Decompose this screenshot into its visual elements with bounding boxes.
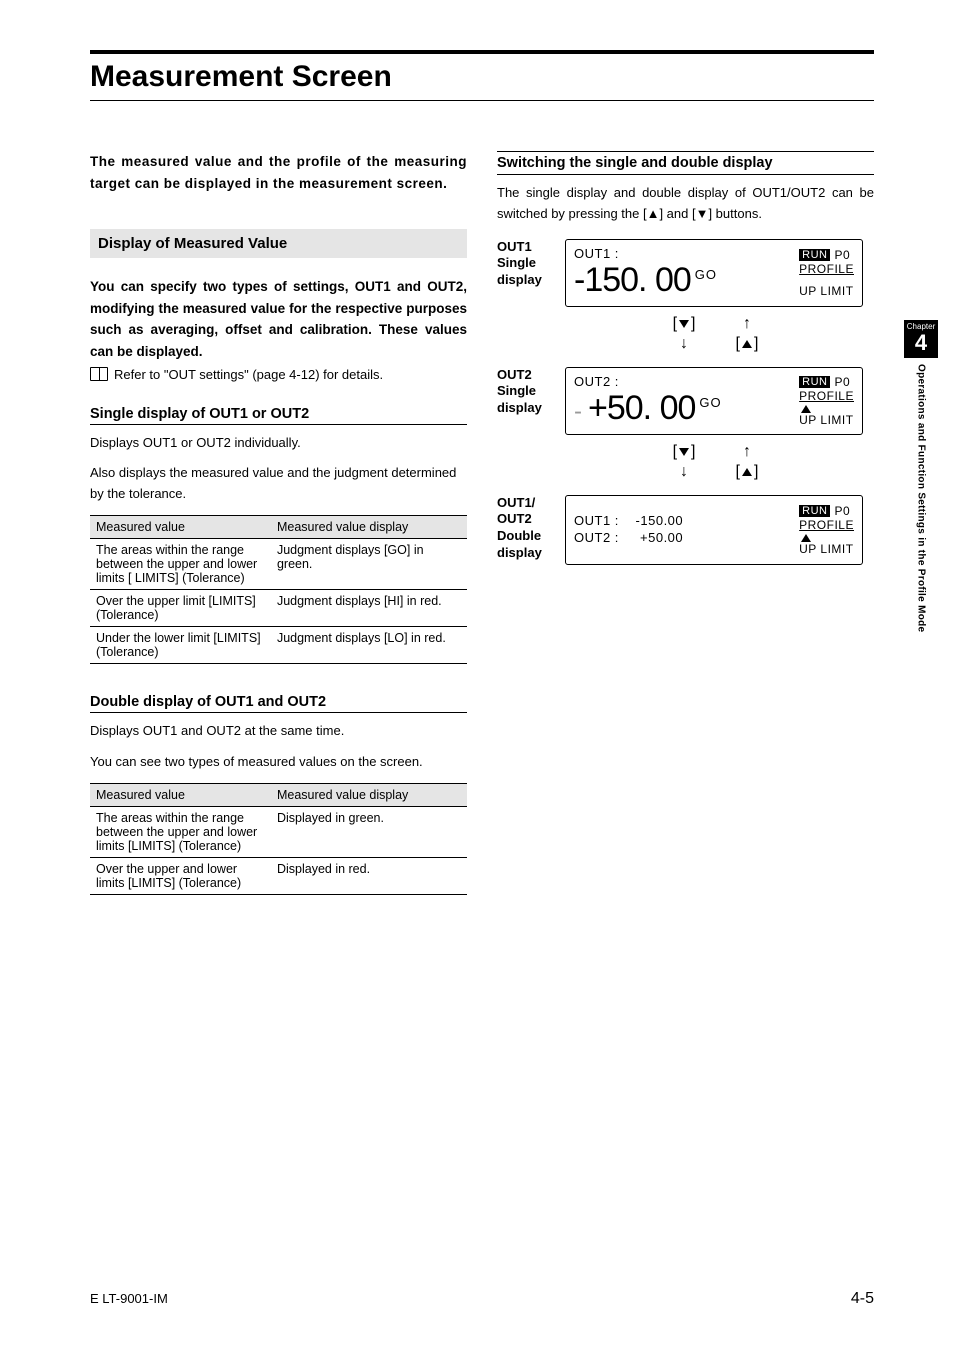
lcd-profile: PROFILE [799, 389, 854, 403]
out-double-block: OUT1/ OUT2 Double display OUT1 : -150.00… [497, 495, 874, 565]
single-display-table: Measured value Measured value display Th… [90, 515, 467, 664]
triangle-up-icon [801, 405, 811, 413]
lcd-profile: PROFILE [799, 262, 854, 276]
out-double-label: OUT1/ OUT2 Double display [497, 495, 555, 563]
lcd-out-label: OUT1 : [574, 246, 799, 261]
lcd-p0: P0 [834, 504, 850, 518]
chapter-number: 4 [904, 331, 938, 358]
table-header: Measured value [90, 783, 271, 806]
down-button[interactable]: [] [673, 443, 696, 461]
up-button[interactable]: [] [736, 335, 759, 353]
section1-bold-text: You can specify two types of settings, O… [90, 276, 467, 362]
table-row: Under the lower limit [LIMITS] (Toleranc… [90, 626, 467, 663]
triangle-up-icon [801, 534, 811, 542]
table-row: Over the upper limit [LIMITS] (Tolerance… [90, 589, 467, 626]
table-row: Over the upper and lower limits [LIMITS]… [90, 857, 467, 894]
switching-body: The single display and double display of… [497, 183, 874, 225]
chapter-side-text: Operations and Function Settings in the … [916, 364, 927, 632]
double-display-heading: Double display of OUT1 and OUT2 [90, 694, 467, 713]
lcd-out2-single: OUT2 : - +50. 00 GO RUN P0 PROFILE [565, 367, 863, 435]
left-column: The measured value and the profile of th… [90, 151, 467, 925]
arrow-up-icon [743, 443, 751, 461]
page-title-bar: Measurement Screen [90, 50, 874, 101]
arrow-up-icon [743, 315, 751, 333]
double-desc-1: Displays OUT1 and OUT2 at the same time. [90, 721, 467, 742]
run-badge: RUN [799, 249, 830, 261]
reference-line: Refer to "OUT settings" (page 4-12) for … [90, 367, 467, 382]
lcd-go-badge: GO [695, 267, 717, 282]
run-badge: RUN [799, 376, 830, 388]
out2-single-block: OUT2 Single display OUT2 : - +50. 00 GO … [497, 367, 874, 435]
run-badge: RUN [799, 505, 830, 517]
switching-heading: Switching the single and double display [497, 151, 874, 175]
table-header: Measured value display [271, 783, 467, 806]
arrow-down-icon [680, 463, 688, 481]
lcd-p0: P0 [834, 375, 850, 389]
lcd-value: -150. 00 [574, 261, 691, 300]
lcd-dim-sign: - [574, 398, 582, 426]
lcd-value: +50. 00 [588, 389, 695, 428]
button-row: [] [] [557, 315, 874, 353]
single-display-heading: Single display of OUT1 or OUT2 [90, 406, 467, 425]
right-column: Switching the single and double display … [497, 151, 874, 925]
double-desc-2: You can see two types of measured values… [90, 752, 467, 773]
down-button[interactable]: [] [673, 315, 696, 333]
table-header: Measured value [90, 515, 271, 538]
single-desc-2: Also displays the measured value and the… [90, 463, 467, 505]
out2-single-label: OUT2 Single display [497, 367, 555, 418]
single-desc-1: Displays OUT1 or OUT2 individually. [90, 433, 467, 454]
double-display-table: Measured value Measured value display Th… [90, 783, 467, 895]
lcd-uplimit: UP LIMIT [799, 413, 853, 427]
button-row: [] [] [557, 443, 874, 481]
lcd-out-label: OUT2 : [574, 374, 799, 389]
page-title: Measurement Screen [90, 60, 874, 94]
up-button[interactable]: [] [736, 463, 759, 481]
lcd-go-badge: GO [699, 395, 721, 410]
lcd-double: OUT1 : -150.00 OUT2 : +50.00 RUN P0 PROF… [565, 495, 863, 565]
lcd-uplimit: UP LIMIT [799, 284, 853, 298]
out1-single-label: OUT1 Single display [497, 239, 555, 290]
table-row: The areas within the range between the u… [90, 538, 467, 589]
chapter-tab: Chapter 4 Operations and Function Settin… [904, 320, 938, 633]
lcd-uplimit: UP LIMIT [799, 542, 853, 556]
lcd-profile: PROFILE [799, 518, 854, 532]
table-header: Measured value display [271, 515, 467, 538]
book-icon [90, 367, 108, 381]
out1-single-block: OUT1 Single display OUT1 : -150. 00 GO R… [497, 239, 874, 307]
footer-doc-code: E LT-9001-IM [90, 1291, 168, 1306]
table-row: The areas within the range between the u… [90, 806, 467, 857]
lcd-out1-single: OUT1 : -150. 00 GO RUN P0 PROFILE [565, 239, 863, 307]
footer-page-number: 4-5 [851, 1290, 874, 1308]
lcd-p0: P0 [834, 248, 850, 262]
section-display-measured-value: Display of Measured Value [90, 229, 467, 258]
reference-text: Refer to "OUT settings" (page 4-12) for … [114, 367, 383, 382]
arrow-down-icon [680, 335, 688, 353]
intro-paragraph: The measured value and the profile of th… [90, 151, 467, 194]
